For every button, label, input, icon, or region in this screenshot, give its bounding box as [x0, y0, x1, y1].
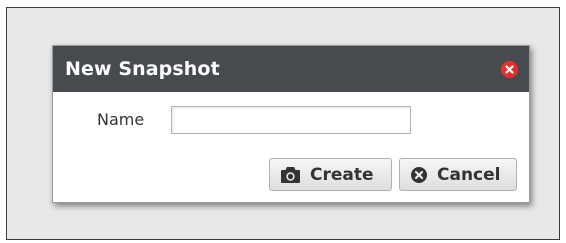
cancel-label: Cancel — [437, 164, 501, 185]
name-row: Name — [53, 106, 529, 134]
dialog-title: New Snapshot — [65, 58, 220, 80]
dialog-titlebar: New Snapshot — [53, 46, 529, 92]
close-icon[interactable] — [501, 61, 518, 78]
create-label: Create — [310, 164, 374, 185]
app-frame: New Snapshot Name Create Cancel — [6, 7, 560, 240]
name-label: Name — [97, 110, 145, 129]
new-snapshot-dialog: New Snapshot Name Create Cancel — [52, 45, 530, 203]
create-button[interactable]: Create — [269, 158, 392, 191]
camera-icon — [280, 166, 301, 184]
cancel-circle-icon — [410, 166, 428, 184]
name-input[interactable] — [171, 106, 411, 134]
cancel-button[interactable]: Cancel — [399, 158, 517, 191]
